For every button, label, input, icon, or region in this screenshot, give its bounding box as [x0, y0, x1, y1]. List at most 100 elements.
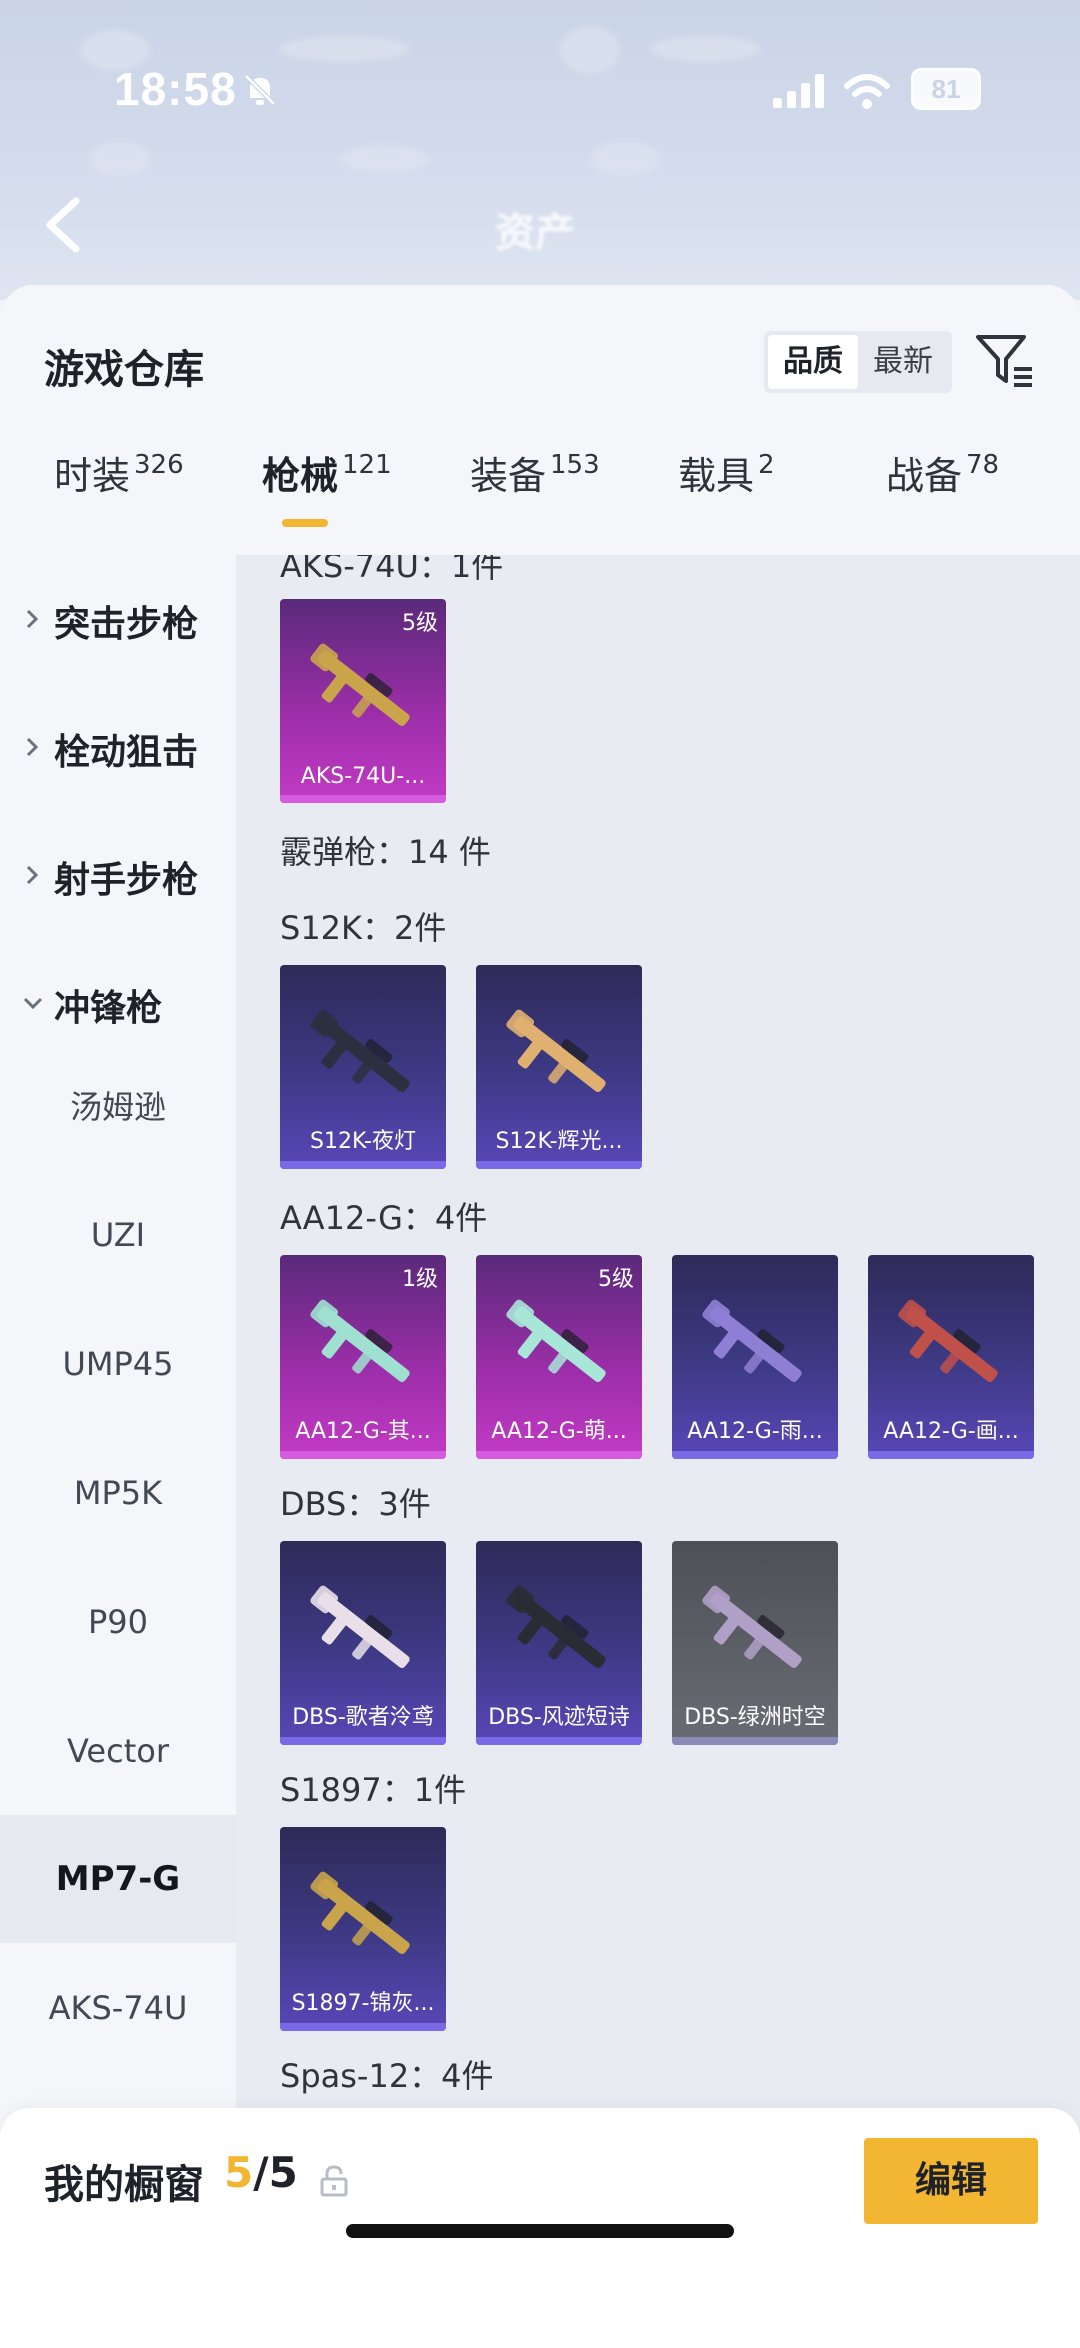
weapon-thumbnail-icon — [506, 1585, 606, 1668]
weapon-grid: AKS-74U：1件 霰弹枪：14 件 5级 AKS-74U-... S12K：2件… — [236, 555, 1080, 2348]
sort-latest-button[interactable]: 最新 — [858, 335, 948, 389]
section-title: S1897：1件 — [280, 1771, 467, 1809]
sidebar-item-vector[interactable]: Vector — [0, 1687, 236, 1815]
sidebar-item-mp7g[interactable]: MP7-G — [0, 1815, 236, 1943]
showcase-count: 5/5 — [224, 2148, 298, 2197]
weapon-name: AKS-74U-... — [300, 764, 426, 789]
chevron-right-icon — [26, 737, 39, 757]
weapon-name: S12K-辉光... — [495, 1129, 623, 1154]
tab-fashion[interactable]: 时装 326 — [54, 445, 184, 545]
filter-icon[interactable] — [974, 329, 1036, 391]
sidebar-item-uzi[interactable]: UZI — [0, 1171, 236, 1299]
weapon-name: S1897-锦灰... — [291, 1991, 435, 2016]
tab-label: 时装 — [54, 454, 131, 498]
rarity-strip — [280, 2023, 446, 2031]
weapon-card[interactable]: S12K-辉光... — [476, 965, 642, 1169]
weapon-card[interactable]: DBS-歌者泠鸢 — [280, 1541, 446, 1745]
signal-icon — [773, 74, 824, 108]
back-arrow-icon[interactable] — [40, 195, 88, 255]
edit-button[interactable]: 编辑 — [864, 2138, 1038, 2224]
weapon-card[interactable]: 1级 AA12-G-其... — [280, 1255, 446, 1459]
sidebar-item-mp5k[interactable]: MP5K — [0, 1429, 236, 1557]
weapon-name: AA12-G-其... — [295, 1419, 431, 1444]
tab-label: 战备 — [886, 454, 963, 498]
sidebar-item-aks74u[interactable]: AKS-74U — [0, 1944, 236, 2072]
section-title: AKS-74U：1件 — [280, 555, 504, 585]
sheet-title: 游戏仓库 — [44, 347, 204, 393]
weapon-card[interactable]: DBS-风迹短诗 — [476, 1541, 642, 1745]
sidebar-item-marksman-rifle[interactable]: 射手步枪 — [0, 835, 236, 915]
sidebar-item-smg[interactable]: 冲锋枪 — [0, 963, 236, 1043]
sidebar-item-assault-rifle[interactable]: 突击步枪 — [0, 579, 236, 659]
sidebar-item-thompson[interactable]: 汤姆逊 — [0, 1043, 236, 1171]
showcase-label: 我的橱窗 — [44, 2162, 204, 2208]
weapon-thumbnail-icon — [310, 643, 410, 726]
tab-count: 78 — [966, 450, 1000, 480]
sort-quality-button[interactable]: 品质 — [768, 335, 858, 389]
weapon-thumbnail-icon — [310, 1009, 410, 1092]
chevron-right-icon — [26, 609, 39, 629]
rarity-strip — [476, 1451, 642, 1459]
sidebar-item-label: 射手步枪 — [54, 860, 199, 901]
tab-label: 枪械 — [262, 454, 339, 498]
sidebar-item-label: 冲锋枪 — [54, 988, 163, 1029]
tab-count: 153 — [550, 450, 600, 480]
weapon-name: DBS-风迹短诗 — [488, 1705, 630, 1730]
tab-equipment[interactable]: 装备 153 — [470, 445, 600, 545]
weapon-thumbnail-icon — [702, 1585, 802, 1668]
rarity-strip — [280, 1161, 446, 1169]
rarity-strip — [280, 1451, 446, 1459]
weapon-name: S12K-夜灯 — [309, 1129, 416, 1154]
warehouse-sheet: 游戏仓库 品质 最新 时装 326 枪械 121 装备 153 载具 2 战备 … — [0, 285, 1080, 2348]
weapon-card[interactable]: 5级 AKS-74U-... — [280, 599, 446, 803]
sidebar-item-ump45[interactable]: UMP45 — [0, 1300, 236, 1428]
active-tab-indicator — [282, 519, 328, 527]
lock-icon — [320, 2165, 348, 2197]
weapon-thumbnail-icon — [506, 1299, 606, 1382]
weapon-card[interactable]: 5级 AA12-G-萌... — [476, 1255, 642, 1459]
sidebar-item-p90[interactable]: P90 — [0, 1558, 236, 1686]
weapon-thumbnail-icon — [702, 1299, 802, 1382]
rarity-strip — [868, 1451, 1034, 1459]
blurred-stats-row — [0, 130, 1080, 190]
sheet-header: 游戏仓库 品质 最新 时装 326 枪械 121 装备 153 载具 2 战备 … — [0, 285, 1080, 555]
sidebar-item-bolt-sniper[interactable]: 栓动狙击 — [0, 707, 236, 787]
weapon-card[interactable]: S12K-夜灯 — [280, 965, 446, 1169]
weapon-thumbnail-icon — [310, 1585, 410, 1668]
tab-tactical[interactable]: 战备 78 — [886, 445, 999, 545]
status-bar: 18:58 81 — [0, 48, 1080, 128]
weapon-name: AA12-G-雨... — [687, 1419, 823, 1444]
page-title: 资产 — [495, 210, 575, 256]
bell-off-icon — [244, 74, 276, 106]
level-badge: 5级 — [402, 611, 438, 636]
status-time: 18:58 — [114, 63, 237, 115]
rarity-strip — [280, 795, 446, 803]
tab-vehicles[interactable]: 载具 2 — [678, 445, 775, 545]
weapon-thumbnail-icon — [898, 1299, 998, 1382]
level-badge: 5级 — [598, 1267, 634, 1292]
showcase-current: 5 — [224, 2148, 254, 2197]
tab-label: 载具 — [678, 454, 755, 498]
rarity-strip — [280, 1737, 446, 1745]
sort-toggle: 品质 最新 — [764, 331, 952, 393]
section-title: DBS：3件 — [280, 1485, 431, 1523]
weapon-card[interactable]: AA12-G-雨... — [672, 1255, 838, 1459]
weapon-card[interactable]: S1897-锦灰... — [280, 1827, 446, 2031]
level-badge: 1级 — [402, 1267, 438, 1292]
weapon-card[interactable]: DBS-绿洲时空 — [672, 1541, 838, 1745]
sidebar-item-label: 突击步枪 — [54, 604, 199, 645]
tab-count: 121 — [342, 450, 392, 480]
section-title: 霰弹枪：14 件 — [280, 833, 491, 871]
wifi-icon — [844, 74, 890, 109]
weapon-card[interactable]: AA12-G-画... — [868, 1255, 1034, 1459]
weapon-name: DBS-绿洲时空 — [684, 1705, 826, 1730]
weapon-thumbnail-icon — [310, 1299, 410, 1382]
tab-firearms[interactable]: 枪械 121 — [262, 445, 392, 545]
battery-icon: 81 — [911, 68, 981, 110]
tab-count: 2 — [758, 450, 775, 480]
rarity-strip — [476, 1161, 642, 1169]
rarity-strip — [672, 1451, 838, 1459]
rarity-strip — [672, 1737, 838, 1745]
weapon-thumbnail-icon — [310, 1871, 410, 1954]
chevron-right-icon — [26, 865, 39, 885]
